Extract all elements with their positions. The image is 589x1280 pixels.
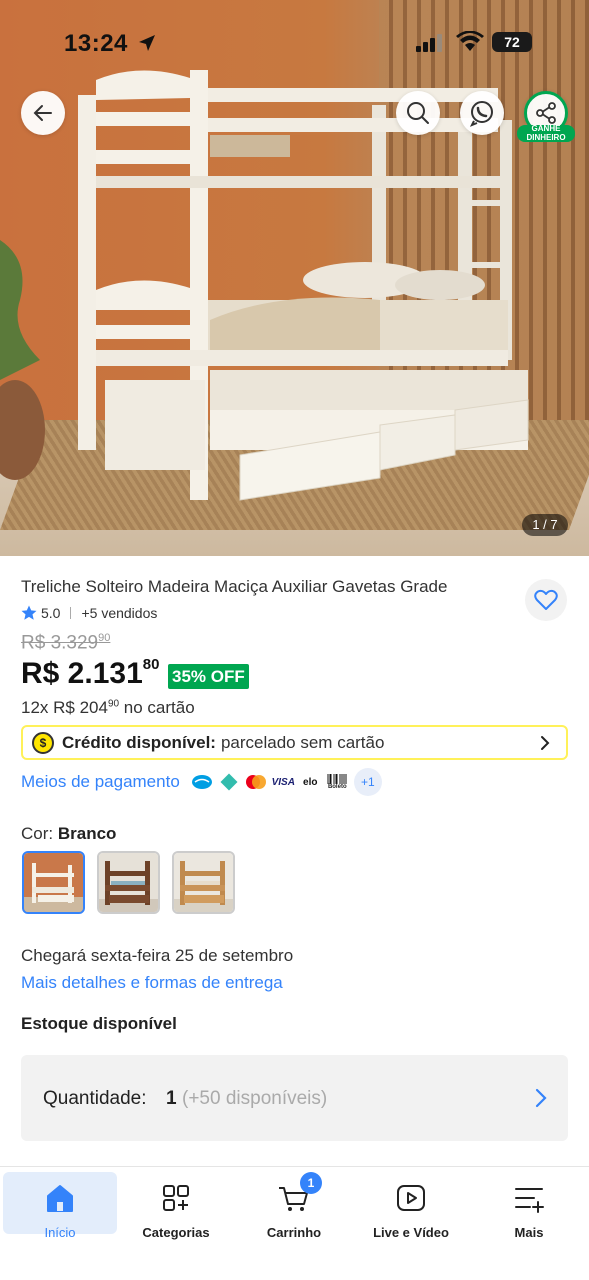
coin-icon: $	[32, 731, 54, 754]
chevron-right-icon	[541, 736, 550, 750]
heart-icon	[534, 589, 558, 610]
nav-cart[interactable]: 1 Carrinho	[237, 1172, 351, 1240]
battery-indicator: 72	[492, 32, 532, 52]
bed-white-thumbnail	[24, 853, 83, 912]
nav-more-label: Mais	[514, 1225, 544, 1240]
boleto-icon: Boleto	[325, 771, 350, 793]
pix-icon	[217, 771, 242, 793]
credit-available-banner[interactable]: $ Crédito disponível: parcelado sem cart…	[21, 725, 568, 760]
original-price-value: R$ 3.329	[21, 632, 99, 654]
whatsapp-button[interactable]	[460, 91, 504, 135]
categories-icon	[163, 1185, 189, 1211]
current-price: R$ 2.13180	[21, 656, 159, 691]
color-option-natural[interactable]	[172, 851, 235, 914]
current-price-value: R$ 2.131	[21, 657, 143, 690]
nav-live-video-label: Live e Vídeo	[373, 1225, 449, 1240]
discount-badge: 35% OFF	[168, 664, 249, 689]
clock: 13:24	[64, 30, 128, 57]
mastercard-icon	[244, 771, 269, 793]
product-title: Treliche Solteiro Madeira Maciça Auxilia…	[21, 577, 448, 596]
whatsapp-icon	[469, 101, 493, 127]
share-icon	[536, 102, 556, 124]
original-price: R$ 3.32990	[21, 632, 110, 654]
nav-cart-label: Carrinho	[266, 1225, 322, 1240]
rating-value: 5.0	[41, 605, 61, 621]
credit-description: parcelado sem cartão	[220, 732, 385, 752]
nav-home-label: Início	[44, 1225, 76, 1240]
bed-dark-thumbnail	[99, 853, 158, 912]
back-button[interactable]	[21, 91, 65, 135]
payment-methods-link[interactable]: Meios de pagamento	[21, 772, 180, 792]
elo-icon: elo	[303, 776, 318, 788]
image-counter: 1 / 7	[522, 514, 568, 536]
cellular-signal-icon	[416, 34, 442, 52]
quantity-value: 1	[166, 1088, 177, 1109]
search-button[interactable]	[396, 91, 440, 135]
delivery-details-link[interactable]: Mais detalhes e formas de entrega	[21, 973, 283, 993]
play-icon	[397, 1185, 425, 1211]
installments-cents: 90	[107, 698, 120, 710]
bottom-navigation: Início Categorias 1 Carrinho Live e Víde…	[0, 1166, 589, 1280]
installments-suffix: no cartão	[119, 698, 195, 717]
sold-count: +5 vendidos	[81, 605, 158, 621]
rating-row[interactable]: 5.0 +5 vendidos	[21, 605, 157, 621]
wifi-icon	[456, 31, 484, 51]
home-icon	[47, 1185, 73, 1212]
installments-value: 12x R$ 204	[21, 698, 108, 717]
boleto-label: Boleto	[327, 784, 347, 790]
cart-count-badge: 1	[300, 1172, 322, 1194]
nav-home[interactable]: Início	[3, 1172, 117, 1240]
star-icon	[21, 605, 37, 620]
bed-natural-thumbnail	[174, 853, 233, 912]
quantity-label: Quantidade:	[43, 1088, 147, 1109]
earn-money-badge-line2: DINHEIRO	[526, 132, 566, 142]
payment-methods-row[interactable]: Meios de pagamento VISA elo Boleto +1	[21, 767, 382, 797]
chevron-right-icon	[535, 1088, 547, 1108]
divider	[70, 607, 72, 619]
installments-info: 12x R$ 20490 no cartão	[21, 698, 195, 718]
mercadopago-icon	[190, 771, 215, 793]
selected-color: Branco	[57, 824, 117, 843]
menu-plus-icon	[515, 1188, 544, 1213]
search-icon	[407, 102, 429, 124]
color-label-prefix: Cor:	[21, 824, 54, 843]
color-option-branco[interactable]	[22, 851, 85, 914]
product-image[interactable]: 13:24 72 GANHE DINHEIRO 1 / 7	[0, 0, 589, 556]
nav-more[interactable]: Mais	[472, 1172, 586, 1240]
favorite-button[interactable]	[525, 579, 567, 621]
status-bar: 13:24 72	[0, 0, 589, 86]
earn-money-badge: GANHE DINHEIRO	[517, 124, 575, 142]
original-price-cents: 90	[98, 632, 111, 644]
nav-categories[interactable]: Categorias	[119, 1172, 233, 1240]
visa-icon: VISA	[271, 776, 295, 788]
nav-categories-label: Categorias	[142, 1225, 210, 1240]
arrow-left-icon	[33, 105, 52, 121]
current-price-cents: 80	[142, 656, 160, 673]
credit-label: Crédito disponível:	[62, 732, 216, 752]
stock-status: Estoque disponível	[21, 1014, 177, 1033]
location-arrow-icon	[139, 35, 155, 51]
color-label: Cor: Branco	[21, 824, 116, 844]
nav-live-video[interactable]: Live e Vídeo	[354, 1172, 468, 1240]
quantity-available: (+50 disponíveis)	[182, 1088, 328, 1109]
color-option-escuro[interactable]	[97, 851, 160, 914]
quantity-selector[interactable]: Quantidade: 1 (+50 disponíveis)	[21, 1055, 568, 1141]
delivery-estimate: Chegará sexta-feira 25 de setembro	[21, 946, 294, 965]
more-payment-methods[interactable]: +1	[353, 768, 382, 796]
